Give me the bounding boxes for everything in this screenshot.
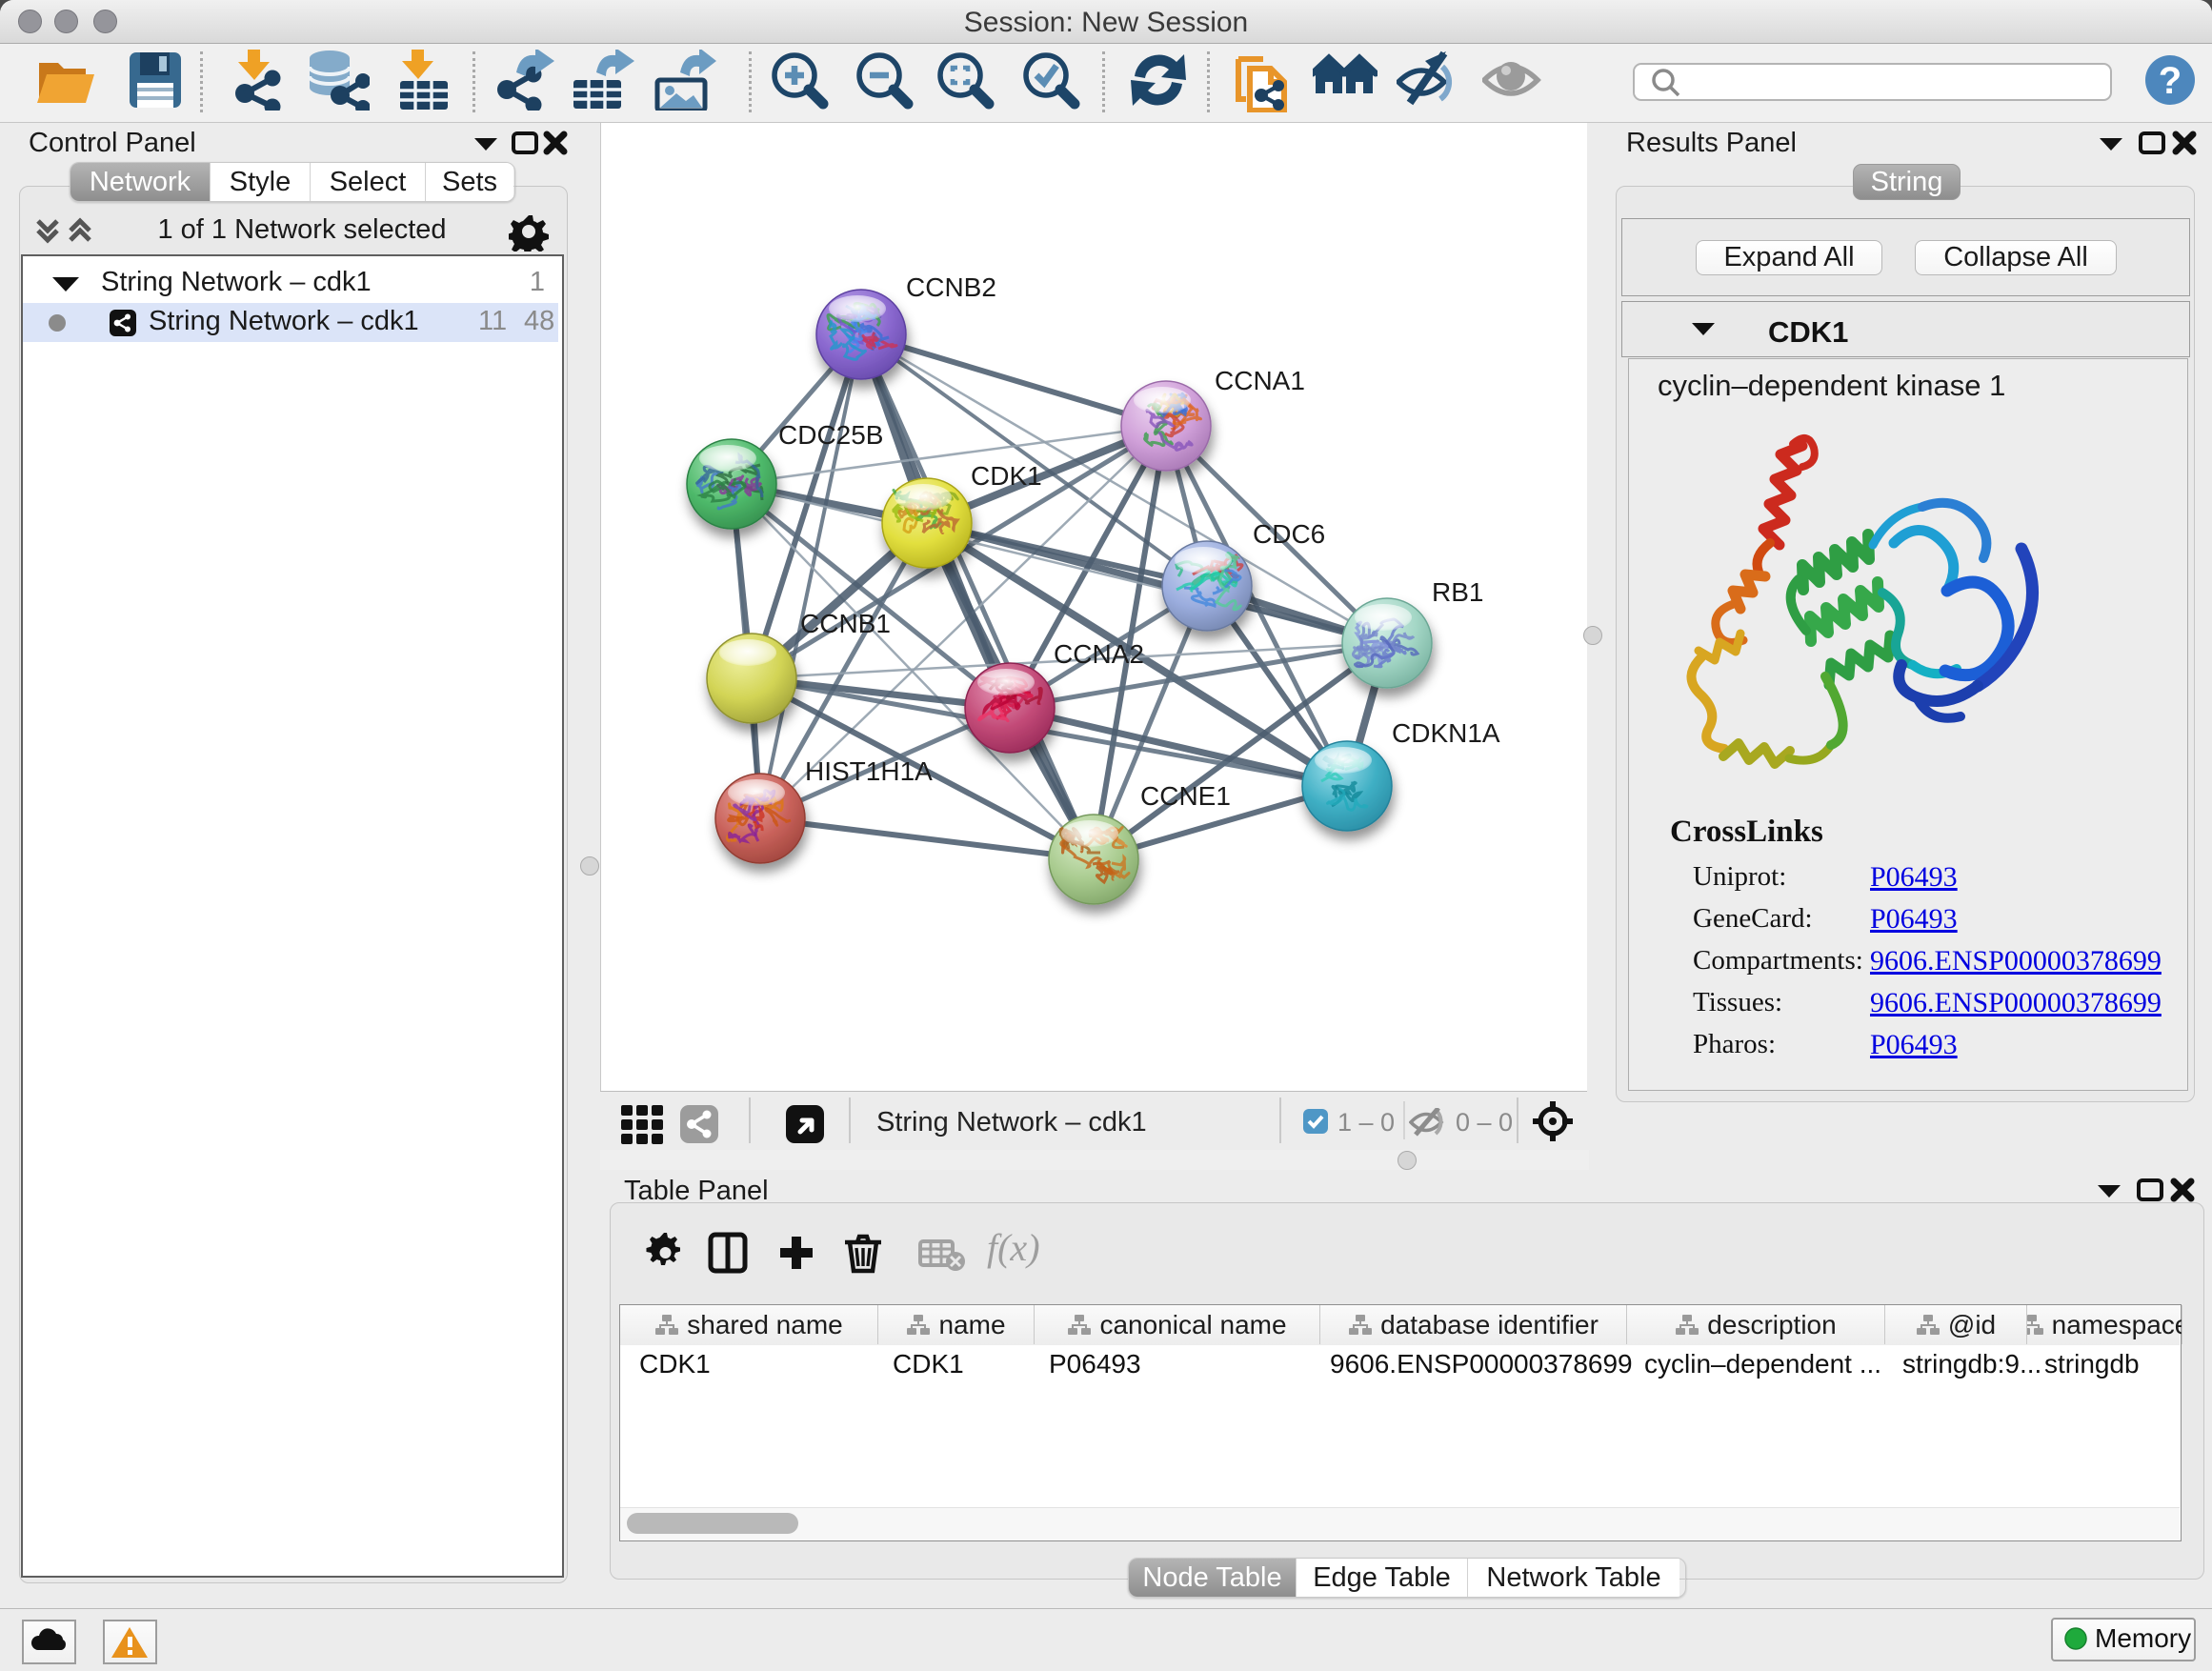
svg-text:CDC25B: CDC25B — [778, 420, 883, 450]
svg-text:HIST1H1A: HIST1H1A — [805, 756, 933, 786]
svg-text:CCNE1: CCNE1 — [1140, 781, 1231, 811]
svg-text:CCNA2: CCNA2 — [1054, 639, 1144, 669]
svg-text:CCNB2: CCNB2 — [906, 272, 996, 302]
svg-text:CDC6: CDC6 — [1253, 519, 1325, 549]
svg-text:CDK1: CDK1 — [971, 461, 1042, 491]
svg-text:CDKN1A: CDKN1A — [1392, 718, 1500, 748]
svg-text:CCNB1: CCNB1 — [800, 609, 891, 638]
svg-text:RB1: RB1 — [1432, 577, 1483, 607]
svg-text:CCNA1: CCNA1 — [1215, 366, 1305, 395]
svg-text:?: ? — [2159, 60, 2182, 102]
